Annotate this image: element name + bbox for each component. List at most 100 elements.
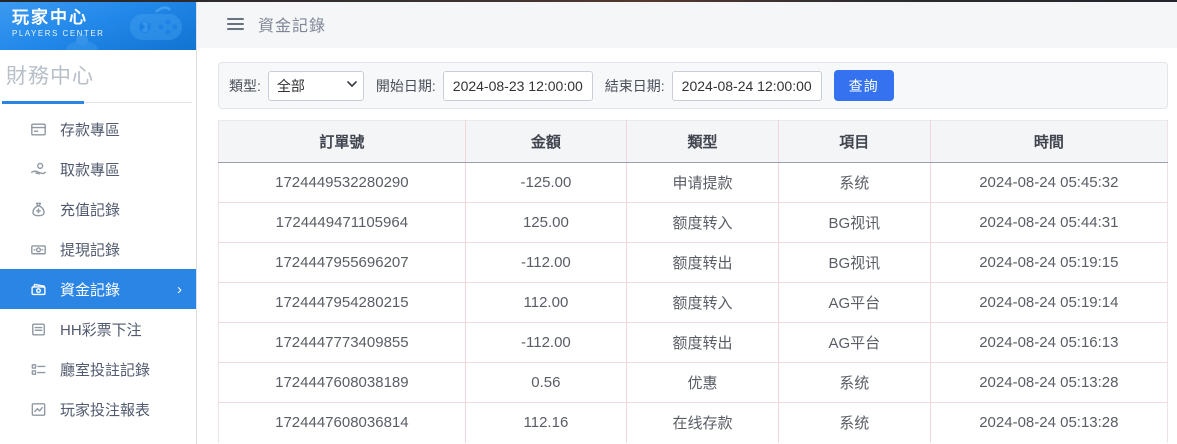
table-cell: 系统 <box>778 363 930 403</box>
chevron-right-icon: › <box>177 281 182 298</box>
table-cell: AG平台 <box>778 283 930 323</box>
section-divider <box>2 101 192 104</box>
page-title: 資金記錄 <box>258 12 326 36</box>
table-cell: 额度转入 <box>627 283 779 323</box>
table-cell: 2024-08-24 05:13:28 <box>930 403 1167 443</box>
sidebar-item-withdraw-zone[interactable]: 取款專區 › <box>0 149 196 189</box>
deposit-card-icon <box>30 121 47 138</box>
end-date-label: 結束日期: <box>605 76 665 96</box>
table-row: 17244476080381890.56优惠系统2024-08-24 05:13… <box>219 363 1168 403</box>
window-top-edge <box>0 0 1177 2</box>
cash-note-icon <box>30 241 47 258</box>
table-row: 1724447955696207-112.00额度转出BG视讯2024-08-2… <box>219 243 1168 283</box>
table-header-row: 訂單號金額類型項目時間 <box>219 121 1168 163</box>
table-header-cell: 訂單號 <box>219 121 466 163</box>
table-row: 1724449532280290-125.00申请提款系统2024-08-24 … <box>219 163 1168 203</box>
list-icon <box>30 361 47 378</box>
chevron-right-icon: › <box>177 201 182 218</box>
table-header-cell: 時間 <box>930 121 1167 163</box>
table-cell: 112.00 <box>465 283 626 323</box>
table-cell: 1724447954280215 <box>219 283 466 323</box>
table-cell: AG平台 <box>778 323 930 363</box>
chevron-right-icon: › <box>177 241 182 258</box>
table-cell: 125.00 <box>465 203 626 243</box>
table-cell: 1724447608038189 <box>219 363 466 403</box>
chevron-right-icon: › <box>177 121 182 138</box>
sidebar-item-label: 取款專區 <box>60 159 120 180</box>
table-row: 1724447954280215112.00额度转入AG平台2024-08-24… <box>219 283 1168 323</box>
money-bag-icon <box>30 201 47 218</box>
withdraw-hand-icon <box>30 161 47 178</box>
joystick-icon <box>60 30 104 50</box>
sidebar-item-player-bet-report[interactable]: 玩家投注報表 › <box>0 389 196 429</box>
chevron-right-icon: › <box>177 361 182 378</box>
sidebar-item-room-bet-records[interactable]: 廳室投註記錄 › <box>0 349 196 389</box>
table-cell: 优惠 <box>627 363 779 403</box>
table-row: 1724449471105964125.00额度转入BG视讯2024-08-24… <box>219 203 1168 243</box>
sidebar-item-deposit-zone[interactable]: 存款專區 › <box>0 109 196 149</box>
chevron-right-icon: › <box>177 401 182 418</box>
filter-panel: 類型: 全部 開始日期: 結束日期: 查詢 <box>218 62 1168 109</box>
sidebar-item-label: HH彩票下注 <box>60 319 142 340</box>
sidebar-item-hh-lottery-bets[interactable]: HH彩票下注 › <box>0 309 196 349</box>
table-cell: 2024-08-24 05:19:14 <box>930 283 1167 323</box>
table-header-cell: 類型 <box>627 121 779 163</box>
type-label: 類型: <box>229 76 261 96</box>
end-date-input[interactable] <box>672 71 822 101</box>
sidebar-item-label: 充值記錄 <box>60 199 120 220</box>
table-cell: 额度转出 <box>627 323 779 363</box>
chart-report-icon <box>30 401 47 418</box>
chevron-right-icon: › <box>177 321 182 338</box>
table-cell: -112.00 <box>465 243 626 283</box>
sidebar-item-label: 存款專區 <box>60 119 120 140</box>
sidebar-item-label: 提現記錄 <box>60 239 120 260</box>
search-button[interactable]: 查詢 <box>834 70 894 101</box>
table-cell: 1724449471105964 <box>219 203 466 243</box>
table-cell: 1724447608036814 <box>219 403 466 443</box>
table-cell: 系统 <box>778 403 930 443</box>
table-cell: 额度转入 <box>627 203 779 243</box>
main-area: 資金記錄 類型: 全部 開始日期: 結束日期: 查詢 <box>197 0 1177 444</box>
start-date-label: 開始日期: <box>376 76 436 96</box>
sidebar-item-label: 資金記錄 <box>60 279 120 300</box>
type-select-wrap: 全部 <box>268 71 364 101</box>
table-cell: 2024-08-24 05:19:15 <box>930 243 1167 283</box>
sidebar-item-withdraw-records[interactable]: 提現記錄 › <box>0 229 196 269</box>
document-icon <box>30 321 47 338</box>
table-cell: 2024-08-24 05:16:13 <box>930 323 1167 363</box>
section-title-personal: 個人中心 <box>6 439 188 444</box>
sidebar-header: 玩家中心 PLAYERS CENTER <box>0 0 196 50</box>
table-cell: 1724447955696207 <box>219 243 466 283</box>
sidebar-menu: 存款專區 › 取款專區 › 充值記錄 › 提現記錄 › 資金記錄 › HH彩票下… <box>0 109 196 429</box>
section-title-finance: 財務中心 <box>6 60 188 90</box>
content: 類型: 全部 開始日期: 結束日期: 查詢 訂單號金額類型項目時間 <box>197 48 1177 443</box>
table-cell: 0.56 <box>465 363 626 403</box>
table-cell: BG视讯 <box>778 243 930 283</box>
table-cell: -125.00 <box>465 163 626 203</box>
table-cell: 2024-08-24 05:45:32 <box>930 163 1167 203</box>
table-body: 1724449532280290-125.00申请提款系统2024-08-24 … <box>219 163 1168 443</box>
table-cell: 在线存款 <box>627 403 779 443</box>
sidebar-item-recharge-records[interactable]: 充值記錄 › <box>0 189 196 229</box>
topbar: 資金記錄 <box>197 0 1177 48</box>
gamepad-icon <box>112 4 190 50</box>
table-header-cell: 金額 <box>465 121 626 163</box>
sidebar: 玩家中心 PLAYERS CENTER 財務中心 <box>0 0 197 444</box>
table-cell: 申请提款 <box>627 163 779 203</box>
sidebar-item-funds-records[interactable]: 資金記錄 › <box>0 269 196 309</box>
table-cell: 1724447773409855 <box>219 323 466 363</box>
table-cell: -112.00 <box>465 323 626 363</box>
type-select[interactable]: 全部 <box>268 71 364 101</box>
chevron-right-icon: › <box>177 161 182 178</box>
menu-toggle-icon[interactable] <box>227 18 244 30</box>
table-cell: 额度转出 <box>627 243 779 283</box>
table-cell: BG视讯 <box>778 203 930 243</box>
table-header-cell: 項目 <box>778 121 930 163</box>
table-row: 1724447773409855-112.00额度转出AG平台2024-08-2… <box>219 323 1168 363</box>
start-date-input[interactable] <box>443 71 593 101</box>
funds-records-table: 訂單號金額類型項目時間 1724449532280290-125.00申请提款系… <box>218 120 1168 443</box>
bills-stack-icon <box>30 281 47 298</box>
table-cell: 2024-08-24 05:13:28 <box>930 363 1167 403</box>
table-cell: 系统 <box>778 163 930 203</box>
page: 玩家中心 PLAYERS CENTER 財務中心 <box>0 0 1177 444</box>
